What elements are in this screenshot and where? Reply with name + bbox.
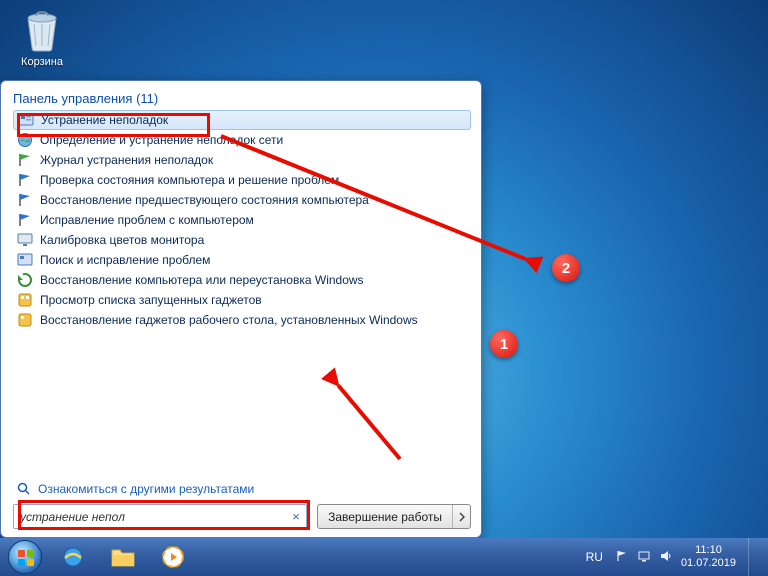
control-panel-header[interactable]: Панель управления (11) [13, 91, 471, 106]
action-center-icon[interactable] [615, 549, 629, 566]
restore-icon [17, 272, 33, 288]
taskbar-explorer[interactable] [100, 541, 146, 573]
media-player-icon [161, 545, 185, 569]
annotation-step-1: 1 [490, 330, 518, 358]
flag-blue-icon [17, 192, 33, 208]
start-button[interactable] [4, 538, 46, 576]
language-indicator[interactable]: RU [582, 550, 607, 564]
world-icon [17, 132, 33, 148]
desktop[interactable]: Корзина Панель управления (11) Устранени… [0, 0, 768, 576]
result-gadgets-list[interactable]: Просмотр списка запущенных гаджетов [13, 290, 471, 310]
clock[interactable]: 11:10 01.07.2019 [681, 544, 740, 569]
flag-blue-icon [17, 172, 33, 188]
search-box[interactable]: × [13, 504, 307, 529]
volume-icon[interactable] [659, 549, 673, 566]
gadget-icon [17, 312, 33, 328]
flag-blue-icon [17, 212, 33, 228]
gadget-icon [17, 292, 33, 308]
result-troubleshooting[interactable]: Устранение неполадок [13, 110, 471, 130]
taskbar-media-player[interactable] [150, 541, 196, 573]
start-orb-icon [8, 540, 42, 574]
shutdown-options-arrow[interactable] [452, 505, 470, 528]
more-results-link[interactable]: Ознакомиться с другими результатами [17, 482, 471, 496]
result-restore-gadgets[interactable]: Восстановление гаджетов рабочего стола, … [13, 310, 471, 330]
result-calibrate-color[interactable]: Калибровка цветов монитора [13, 230, 471, 250]
recycle-bin-icon [22, 8, 62, 52]
result-health-check[interactable]: Проверка состояния компьютера и решение … [13, 170, 471, 190]
start-menu-bottom: × Завершение работы [13, 504, 471, 529]
show-desktop-button[interactable] [748, 538, 758, 576]
folder-icon [110, 546, 136, 568]
recycle-bin[interactable]: Корзина [12, 8, 72, 68]
search-input[interactable] [14, 505, 286, 528]
ie-icon [61, 545, 85, 569]
network-icon[interactable] [637, 549, 651, 566]
taskbar: RU 11:10 01.07.2019 [0, 538, 768, 576]
result-find-fix[interactable]: Поиск и исправление проблем [13, 250, 471, 270]
recycle-bin-label: Корзина [21, 56, 63, 68]
control-panel-icon [18, 112, 34, 128]
system-tray: RU 11:10 01.07.2019 [582, 538, 764, 576]
shutdown-button[interactable]: Завершение работы [317, 504, 471, 529]
result-recovery[interactable]: Восстановление компьютера или переустано… [13, 270, 471, 290]
control-panel-icon [17, 252, 33, 268]
search-icon [17, 482, 31, 496]
search-results: Устранение неполадок Определение и устра… [13, 110, 471, 474]
annotation-step-2: 2 [552, 254, 580, 282]
clear-search-button[interactable]: × [286, 509, 306, 524]
flag-green-icon [17, 152, 33, 168]
taskbar-ie[interactable] [50, 541, 96, 573]
result-history[interactable]: Журнал устранения неполадок [13, 150, 471, 170]
monitor-icon [17, 232, 33, 248]
